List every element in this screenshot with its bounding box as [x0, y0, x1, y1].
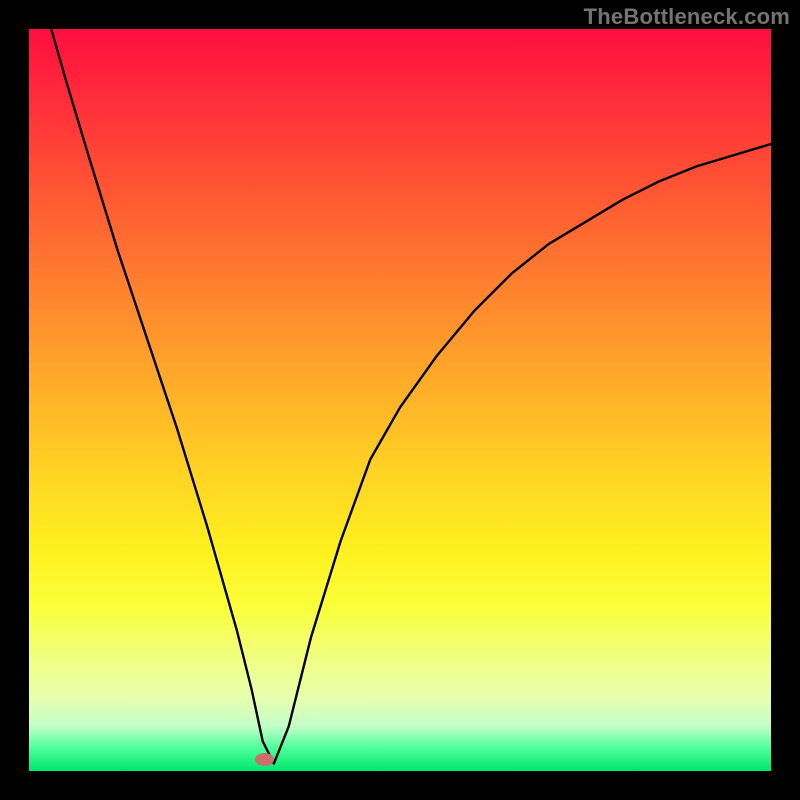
watermark-label: TheBottleneck.com	[584, 4, 790, 30]
bottleneck-curve	[29, 29, 771, 771]
chart-frame: TheBottleneck.com	[0, 0, 800, 800]
chart-plot-area	[29, 29, 771, 771]
